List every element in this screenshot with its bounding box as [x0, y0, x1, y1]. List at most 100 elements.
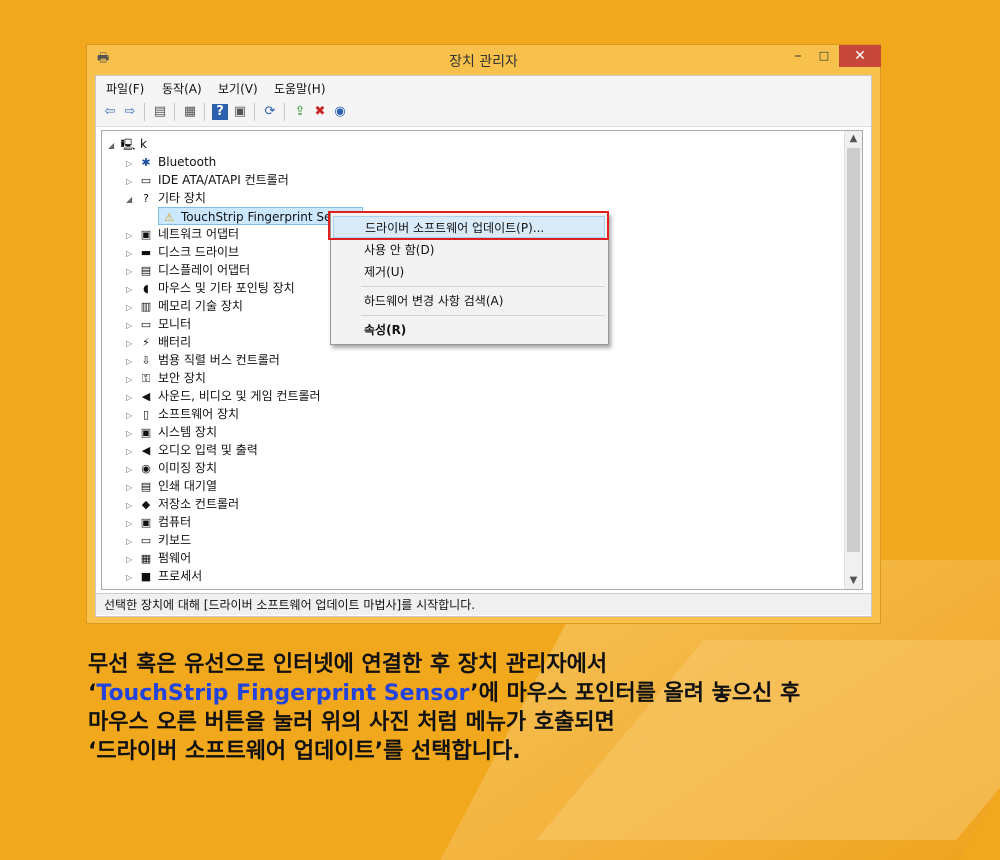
menu-item-scan-hardware[interactable]: 하드웨어 변경 사항 검색(A) — [333, 290, 605, 312]
toolbar-separator — [174, 103, 175, 121]
caption-line-4: ‘드라이버 소프트웨어 업데이트’를 선택합니다. — [88, 739, 521, 764]
tree-category-item[interactable]: ▷ ▤ 인쇄 대기열 — [126, 477, 217, 495]
tree-item-label: 인쇄 대기열 — [158, 479, 218, 493]
maximize-button[interactable]: □ — [811, 45, 837, 67]
instruction-caption: 무선 혹은 유선으로 인터넷에 연결한 후 장치 관리자에서 ‘TouchStr… — [88, 650, 968, 766]
menu-item-disable[interactable]: 사용 안 함(D) — [333, 239, 605, 261]
tree-category-item[interactable]: ▷ ▣ 컴퓨터 — [126, 513, 191, 531]
menu-file[interactable]: 파일(F) — [106, 80, 144, 97]
window-title: 장치 관리자 — [449, 54, 518, 70]
menu-help[interactable]: 도움말(H) — [274, 80, 326, 97]
mouse-icon: ◖ — [143, 281, 149, 295]
processor-icon: ■ — [140, 569, 152, 583]
tree-category-item[interactable]: ▷ ⇩ 범용 직렬 버스 컨트롤러 — [126, 351, 280, 369]
view-icon[interactable]: ▣ — [232, 104, 248, 120]
menu-item-uninstall[interactable]: 제거(U) — [333, 261, 605, 283]
tree-category-item[interactable]: ▷ ◀ 오디오 입력 및 출력 — [126, 441, 258, 459]
close-button[interactable]: ✕ — [839, 45, 881, 67]
audio-icon: ◀ — [141, 443, 151, 457]
tree-category-item[interactable]: ◢? 기타 장치 — [126, 189, 206, 207]
tree-item-label: 이미징 장치 — [158, 461, 218, 475]
usb-icon: ⇩ — [141, 353, 151, 367]
menu-item-properties[interactable]: 속성(R) — [333, 319, 605, 341]
toolbar-separator — [284, 103, 285, 121]
scroll-down-arrow-icon[interactable]: ▼ — [845, 573, 862, 589]
warning-device-icon: ⚠ — [164, 210, 174, 224]
title-bar[interactable]: 🖶 장치 관리자 – □ ✕ — [87, 45, 881, 75]
menu-view[interactable]: 보기(V) — [218, 80, 258, 97]
caption-line-2-rest: ’에 마우스 포인터를 올려 놓으신 후 — [470, 681, 801, 706]
tree-category-item[interactable]: ▷ ▤ 디스플레이 어댑터 — [126, 261, 250, 279]
caption-highlight: TouchStrip Fingerprint Sensor — [96, 681, 471, 706]
tree-category-item[interactable]: ▷ ▯ 소프트웨어 장치 — [126, 405, 239, 423]
tree-category-item[interactable]: ▷ ◆ 저장소 컨트롤러 — [126, 495, 239, 513]
tree-category-item[interactable]: ▷ ■ 프로세서 — [126, 567, 202, 585]
monitor-icon: ▭ — [140, 317, 152, 331]
camera-icon: ◉ — [141, 461, 151, 475]
enable-device-icon[interactable]: ◉ — [332, 104, 348, 120]
back-icon[interactable]: ⇦ — [102, 104, 118, 120]
security-key-icon: ⚿ — [141, 371, 151, 385]
battery-icon: ⚡ — [142, 335, 150, 349]
show-hide-tree-icon[interactable]: ▤ — [152, 104, 168, 120]
device-tree: ◢ 🖳 k ▷ ✱ Bluetooth ▷ ▭ IDE ATA/ATAPI 컨트롤러 ◢? 기타 … — [101, 130, 863, 590]
tree-item-label: IDE ATA/ATAPI 컨트롤러 — [158, 173, 289, 187]
vertical-scrollbar[interactable]: ▲ ▼ — [844, 131, 862, 589]
tree-category-item[interactable]: ▷ ◉ 이미징 장치 — [126, 459, 217, 477]
printer-icon: ▤ — [140, 479, 152, 493]
tree-item-label: 컴퓨터 — [158, 515, 192, 529]
toolbar-separator — [144, 103, 145, 121]
status-bar: 선택한 장치에 대해 [드라이버 소프트웨어 업데이트 마법사]를 시작합니다. — [96, 593, 871, 615]
scroll-up-arrow-icon[interactable]: ▲ — [845, 131, 862, 147]
tree-category-item[interactable]: ▷ ⚡ 배터리 — [126, 333, 191, 351]
tree-category-item[interactable]: ▷ ▣ 시스템 장치 — [126, 423, 217, 441]
collapse-arrow-icon[interactable]: ◢ — [108, 137, 118, 155]
bluetooth-icon: ✱ — [141, 155, 151, 169]
tree-category-item[interactable]: ▷ ◖ 마우스 및 기타 포인팅 장치 — [126, 279, 295, 297]
tree-item-label: 디스플레이 어댑터 — [158, 263, 251, 277]
tree-category-item[interactable]: ▷ ◀ 사운드, 비디오 및 게임 컨트롤러 — [126, 387, 321, 405]
storage-controller-icon: ◆ — [141, 497, 151, 511]
minimize-button[interactable]: – — [785, 45, 811, 67]
tree-category-item[interactable]: ▷ ▭ IDE ATA/ATAPI 컨트롤러 — [126, 171, 289, 189]
tree-root[interactable]: ◢ 🖳 k — [108, 135, 147, 153]
keyboard-icon: ▭ — [140, 533, 152, 547]
menu-action[interactable]: 동작(A) — [162, 80, 202, 97]
tree-item-label: 디스크 드라이브 — [158, 245, 240, 259]
uninstall-icon[interactable]: ✖ — [312, 104, 328, 120]
tree-category-item[interactable]: ▷ ⚿ 보안 장치 — [126, 369, 206, 387]
scroll-thumb[interactable] — [847, 148, 860, 552]
tree-item-label: 범용 직렬 버스 컨트롤러 — [158, 353, 280, 367]
caption-line-1: 무선 혹은 유선으로 인터넷에 연결한 후 장치 관리자에서 — [88, 652, 608, 677]
software-device-icon: ▯ — [142, 407, 150, 421]
tree-item-label: 오디오 입력 및 출력 — [158, 443, 258, 457]
memory-icon: ▥ — [140, 299, 152, 313]
ide-controller-icon: ▭ — [140, 173, 152, 187]
firmware-icon: ▦ — [140, 551, 152, 565]
expand-arrow-icon[interactable]: ▷ — [126, 569, 136, 587]
tree-item-label: 보안 장치 — [158, 371, 206, 385]
tree-category-item[interactable]: ▷ ▦ 펌웨어 — [126, 549, 191, 567]
display-adapter-icon: ▤ — [140, 263, 152, 277]
toolbar-separator — [254, 103, 255, 121]
collapse-arrow-icon[interactable]: ◢ — [126, 191, 136, 209]
help-icon[interactable]: ? — [212, 104, 228, 120]
tree-category-item[interactable]: ▷ ▬ 디스크 드라이브 — [126, 243, 239, 261]
tree-item-label: 사운드, 비디오 및 게임 컨트롤러 — [158, 389, 321, 403]
tree-category-item[interactable]: ▷ ▣ 네트워크 어댑터 — [126, 225, 239, 243]
system-device-icon: ▣ — [140, 425, 152, 439]
caption-line-3: 마우스 오른 버튼을 눌러 위의 사진 처럼 메뉴가 호출되면 — [88, 710, 615, 735]
computer-icon: 🖳 — [120, 137, 136, 151]
tree-category-item[interactable]: ▷ ▭ 키보드 — [126, 531, 191, 549]
tree-category-item[interactable]: ▷ ✱ Bluetooth — [126, 153, 216, 171]
tree-category-item[interactable]: ▷ ▭ 모니터 — [126, 315, 191, 333]
tree-category-item[interactable]: ▷ ▥ 메모리 기술 장치 — [126, 297, 243, 315]
update-driver-icon[interactable]: ⇪ — [292, 104, 308, 120]
tree-root-label: k — [140, 137, 147, 151]
properties-icon[interactable]: ▦ — [182, 104, 198, 120]
tree-item-label: Bluetooth — [158, 155, 217, 169]
forward-icon[interactable]: ⇨ — [122, 104, 138, 120]
other-devices-icon: ? — [143, 191, 149, 205]
scan-hardware-icon[interactable]: ⟳ — [262, 104, 278, 120]
tree-item-label: 소프트웨어 장치 — [158, 407, 240, 421]
